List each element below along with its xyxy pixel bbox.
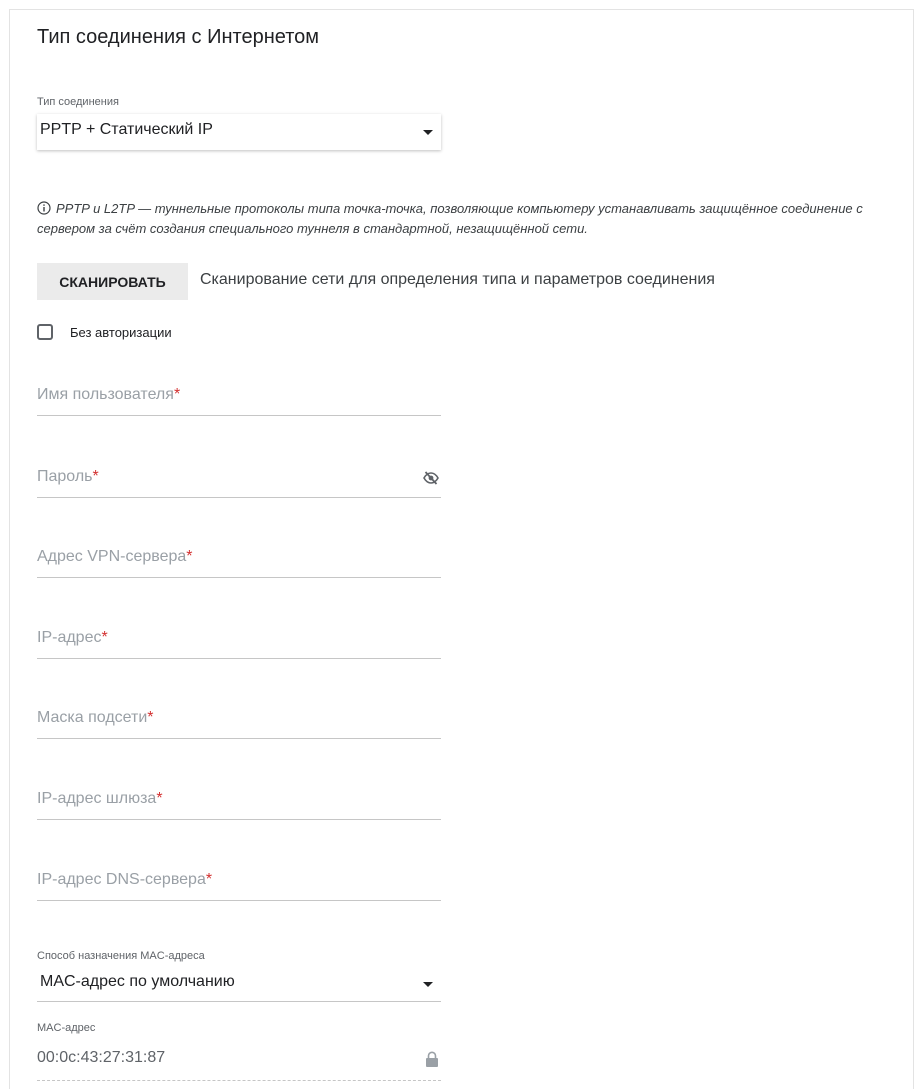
- required-mark: *: [173, 386, 181, 403]
- gateway-field[interactable]: IP-адрес шлюза*: [37, 784, 441, 820]
- password-field[interactable]: Пароль*: [37, 462, 441, 498]
- username-placeholder: Имя пользователя*: [37, 386, 181, 403]
- required-mark: *: [147, 709, 154, 726]
- ip-address-placeholder: IP-адрес*: [37, 629, 108, 646]
- no-auth-label[interactable]: Без авторизации: [70, 325, 172, 340]
- mac-method-select[interactable]: MAC-адрес по умолчанию: [37, 966, 441, 1002]
- connection-type-value: PPTP + Статический IP: [40, 121, 213, 138]
- info-note: PPTP и L2TP — туннельные протоколы типа …: [37, 199, 907, 239]
- scan-button[interactable]: СКАНИРОВАТЬ: [37, 263, 188, 300]
- mac-address-value: 00:0c:43:27:31:87: [37, 1049, 166, 1066]
- eye-slash-icon[interactable]: [423, 470, 439, 486]
- lock-icon: [426, 1051, 438, 1067]
- mac-address-label: MAC-адрес: [37, 1022, 96, 1034]
- subnet-mask-placeholder: Маска подсети*: [37, 709, 154, 726]
- mac-method-label: Способ назначения MAC-адреса: [37, 950, 205, 962]
- ip-address-field[interactable]: IP-адрес*: [37, 623, 441, 659]
- no-auth-checkbox[interactable]: [37, 324, 53, 340]
- connection-type-select[interactable]: PPTP + Статический IP: [37, 114, 441, 150]
- dns-server-placeholder: IP-адрес DNS-сервера*: [37, 871, 213, 888]
- connection-type-label: Тип соединения: [37, 96, 119, 108]
- required-mark: *: [92, 468, 99, 485]
- caret-down-icon: [423, 982, 433, 987]
- username-field[interactable]: Имя пользователя*: [37, 380, 441, 416]
- password-placeholder: Пароль*: [37, 468, 99, 485]
- required-mark: *: [186, 548, 193, 565]
- required-mark: *: [205, 871, 213, 888]
- gateway-placeholder: IP-адрес шлюза*: [37, 790, 163, 807]
- required-mark: *: [156, 790, 163, 807]
- vpn-server-field[interactable]: Адрес VPN-сервера*: [37, 542, 441, 578]
- page-title: Тип соединения с Интернетом: [37, 26, 320, 48]
- subnet-mask-field[interactable]: Маска подсети*: [37, 703, 441, 739]
- info-icon: [37, 201, 51, 215]
- scan-description: Сканирование сети для определения типа и…: [200, 271, 715, 288]
- caret-down-icon: [423, 130, 433, 135]
- mac-address-field: 00:0c:43:27:31:87: [37, 1041, 441, 1081]
- required-mark: *: [101, 629, 108, 646]
- vpn-server-placeholder: Адрес VPN-сервера*: [37, 548, 193, 565]
- dns-server-field[interactable]: IP-адрес DNS-сервера*: [37, 865, 441, 901]
- mac-method-value: MAC-адрес по умолчанию: [40, 973, 235, 990]
- info-text: PPTP и L2TP — туннельные протоколы типа …: [37, 201, 863, 236]
